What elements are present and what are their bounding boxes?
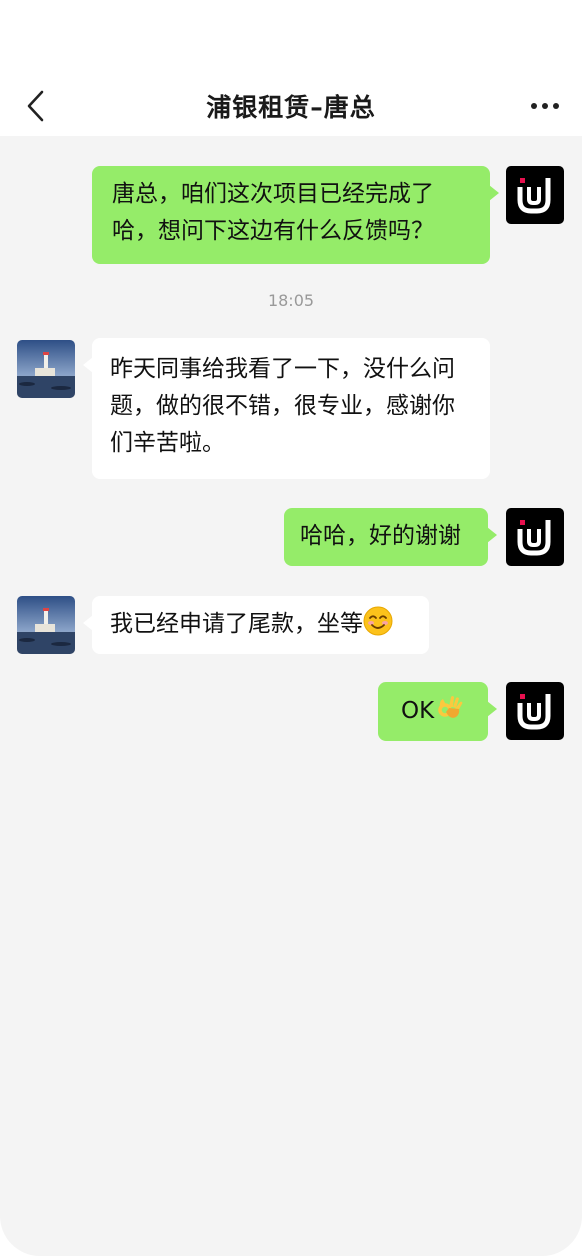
more-dots-icon[interactable] [528, 92, 562, 120]
lighthouse-photo-icon [17, 340, 75, 398]
message-text: 我已经申请了尾款，坐等 [110, 611, 363, 637]
message-bubble-sent[interactable]: 哈哈，好的谢谢 [284, 508, 497, 566]
ok-hand-emoji [438, 696, 463, 718]
brand-logo-icon [506, 508, 564, 566]
message-row-received: 我已经申请了尾款，坐等 [0, 596, 582, 656]
message-bubble-received[interactable]: 我已经申请了尾款，坐等 [83, 596, 429, 654]
status-bar [0, 0, 582, 76]
contact-avatar[interactable] [17, 596, 75, 654]
contact-avatar[interactable] [17, 340, 75, 398]
chat-screen: 浦银租赁–唐总 唐总，咱们这次项目已经完成了哈，想问下这边有什么反馈吗？ 18:… [0, 0, 582, 1256]
message-timestamp: 18:05 [267, 291, 315, 310]
lighthouse-photo-icon [17, 596, 75, 654]
message-row-sent: OK [0, 682, 582, 742]
chat-title: 浦银租赁–唐总 [206, 93, 376, 122]
nav-bar: 浦银租赁–唐总 [0, 76, 582, 136]
my-avatar[interactable] [506, 682, 564, 740]
message-bubble-received[interactable]: 昨天同事给我看了一下，没什么问题，做的很不错，很专业，感谢你们辛苦啦。 [83, 338, 490, 479]
message-row-sent: 唐总，咱们这次项目已经完成了哈，想问下这边有什么反馈吗？ [0, 166, 582, 266]
brand-logo-icon [506, 682, 564, 740]
message-row-sent: 哈哈，好的谢谢 [0, 508, 582, 568]
brand-logo-icon [506, 166, 564, 224]
message-text: 昨天同事给我看了一下，没什么问题，做的很不错，很专业，感谢你们辛苦啦。 [110, 356, 455, 456]
chevron-left-icon[interactable] [22, 88, 52, 124]
smiling-face-emoji [363, 606, 393, 636]
message-bubble-sent[interactable]: OK [378, 682, 497, 741]
message-text: OK [401, 698, 435, 724]
message-text: 哈哈，好的谢谢 [300, 523, 461, 549]
message-text: 唐总，咱们这次项目已经完成了哈，想问下这边有什么反馈吗？ [112, 181, 434, 244]
message-row-received: 昨天同事给我看了一下，没什么问题，做的很不错，很专业，感谢你们辛苦啦。 [0, 338, 582, 480]
my-avatar[interactable] [506, 166, 564, 224]
my-avatar[interactable] [506, 508, 564, 566]
message-bubble-sent[interactable]: 唐总，咱们这次项目已经完成了哈，想问下这边有什么反馈吗？ [92, 166, 499, 264]
